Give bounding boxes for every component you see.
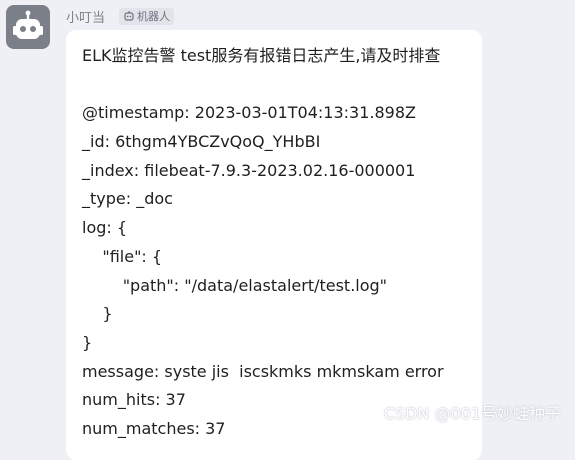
- message-line-id: _id: 6thgm4YBCZvQoQ_YHbBI: [82, 132, 321, 152]
- csdn-watermark: CSDN @001号妙蛙种子: [383, 404, 561, 423]
- message-line-file-open: "file": {: [82, 246, 163, 266]
- message-line-index: _index: filebeat-7.9.3-2023.02.16-000001: [82, 160, 416, 180]
- message-line-log-close: }: [82, 332, 93, 352]
- bot-badge: 机器人: [119, 7, 175, 25]
- message-line-log-open: log: {: [82, 218, 128, 238]
- message-line-path: "path": "/data/elastalert/test.log": [82, 275, 388, 295]
- message-header: 小叮当 机器人: [66, 7, 175, 26]
- bot-badge-label: 机器人: [137, 10, 171, 23]
- message-line-timestamp: @timestamp: 2023-03-01T04:13:31.898Z: [82, 103, 416, 123]
- robot-icon: [124, 11, 134, 21]
- bot-avatar[interactable]: [6, 5, 50, 49]
- robot-icon: [13, 10, 43, 39]
- message-line-message: message: syste jis iscskmks mkmskam erro…: [82, 361, 444, 381]
- message-bubble[interactable]: ELK监控告警 test服务有报错日志产生,请及时排查 @timestamp: …: [66, 30, 482, 460]
- sender-name[interactable]: 小叮当: [66, 7, 105, 26]
- alert-title: ELK监控告警 test服务有报错日志产生,请及时排查: [82, 46, 441, 65]
- message-line-file-close: }: [82, 304, 113, 324]
- message-line-type: _type: _doc: [82, 189, 173, 209]
